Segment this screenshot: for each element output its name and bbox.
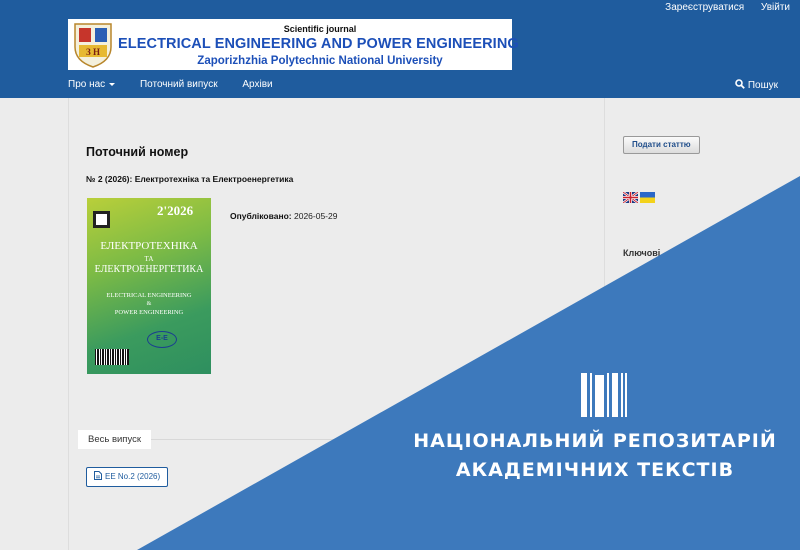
cover-en-line1: ELECTRICAL ENGINEERING (106, 292, 192, 299)
cover-title-line2: ТА (144, 255, 154, 263)
pdf-galley-button[interactable]: EE No.2 (2026) (86, 467, 169, 487)
cover-title-line1: ЕЛЕКТРОТЕХНІКА (100, 240, 198, 252)
chevron-down-icon (109, 82, 116, 86)
cover-year: 2'2026 (157, 203, 194, 218)
flag-uk-icon[interactable] (623, 192, 638, 203)
repository-title-line1: НАЦІОНАЛЬНИЙ РЕПОЗИТАРІЙ (413, 430, 777, 452)
search-icon (735, 79, 745, 89)
register-link[interactable]: Зареєструватися (665, 2, 744, 13)
banner-title: ELECTRICAL ENGINEERING AND POWER ENGINEE… (118, 36, 519, 52)
journal-banner[interactable]: З Н Scientific journal ELECTRICAL ENGINE… (68, 19, 519, 70)
divider (140, 439, 440, 440)
cover-en-line3: POWER ENGINEERING (114, 309, 184, 316)
search-label: Пошук (747, 80, 778, 91)
nav-item-about-label: Про нас (68, 79, 106, 90)
login-link[interactable]: Увійти (761, 2, 790, 13)
primary-nav: Про нас Поточний випуск Архіви (68, 79, 295, 90)
published-date: 2026-05-29 (293, 211, 338, 221)
issue-title: № 2 (2026): Електротехніка та Електроене… (86, 174, 294, 184)
book-stack-icon (581, 373, 627, 417)
cover-logo: Е-Е (147, 331, 177, 348)
submit-article-button[interactable]: Подати статтю (623, 136, 700, 154)
barcode (95, 349, 129, 365)
repository-title-line2: АКАДЕМІЧНИХ ТЕКСТІВ (455, 459, 735, 481)
search-link[interactable]: Пошук (735, 79, 778, 91)
page-title: Поточний номер (86, 145, 189, 159)
published-label: Опубліковано: (230, 211, 292, 221)
nav-item-about[interactable]: Про нас (68, 79, 116, 90)
file-pdf-icon (94, 471, 102, 480)
flag-ukraine-icon[interactable] (640, 192, 655, 203)
header-bar: Зареєструватися Увійти З Н Scientific jo… (0, 0, 800, 98)
banner-university: Zaporizhzhia Polytechnic National Univer… (197, 55, 443, 67)
full-issue-heading: Весь випуск (78, 430, 152, 449)
cover-title-line3: ЕЛЕКТРОЕНЕРГЕТИКА (94, 264, 204, 275)
keywords-heading: Ключові (623, 248, 661, 258)
cover-en-line2: & (146, 301, 152, 307)
issue-cover-image[interactable]: 2'2026 ЕЛЕКТРОТЕХНІКА ТА ЕЛЕКТРОЕНЕРГЕТИ… (87, 198, 211, 374)
galley-label: EE No.2 (2026) (105, 472, 161, 481)
published-info: Опубліковано: 2026-05-29 (230, 211, 337, 221)
nav-item-archives[interactable]: Архіви (242, 79, 272, 90)
user-links: Зареєструватися Увійти (651, 2, 790, 13)
banner-subtitle: Scientific journal (283, 24, 357, 34)
nav-item-current[interactable]: Поточний випуск (140, 79, 218, 90)
qr-code (93, 211, 110, 228)
